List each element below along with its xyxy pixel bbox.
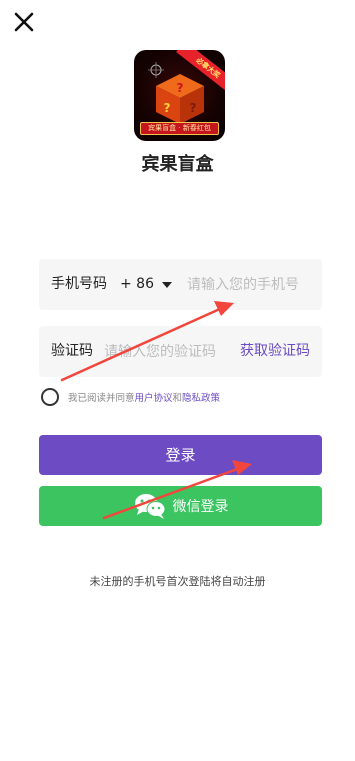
close-button[interactable] — [10, 8, 38, 36]
privacy-policy-link[interactable]: 隐私政策 — [182, 393, 220, 404]
logo-caption: 宾果盲盒 · 新春红包 — [140, 122, 219, 135]
svg-text:?: ? — [164, 101, 171, 115]
code-input[interactable] — [104, 326, 230, 377]
user-agreement-link[interactable]: 用户协议 — [135, 393, 173, 404]
svg-text:?: ? — [177, 81, 184, 95]
caret-down-icon — [162, 281, 172, 288]
close-icon — [14, 12, 34, 32]
wechat-icon — [134, 494, 165, 519]
agreement-conjunction: 和 — [172, 393, 183, 404]
get-code-button[interactable]: 获取验证码 — [240, 326, 310, 377]
app-logo: ? ? ? 必拿大奖 宾果盲盒 · 新春红包 — [134, 50, 225, 141]
code-field: 验证码 获取验证码 — [39, 326, 322, 377]
phone-label: 手机号码 — [51, 276, 107, 292]
code-label: 验证码 — [51, 343, 93, 359]
agreement-checkbox[interactable] — [41, 388, 59, 406]
agreement-row: 我已阅读并同意用户协议和隐私政策 — [41, 388, 220, 406]
wechat-login-label: 微信登录 — [172, 499, 229, 515]
svg-text:?: ? — [190, 101, 197, 115]
wechat-login-button[interactable]: 微信登录 — [39, 486, 322, 526]
agreement-text: 我已阅读并同意用户协议和隐私政策 — [68, 390, 220, 404]
agreement-prefix: 我已阅读并同意 — [68, 393, 135, 404]
phone-field: 手机号码 + 86 — [39, 259, 322, 310]
phone-input[interactable] — [187, 259, 322, 310]
country-code-value: + 86 — [120, 276, 154, 292]
country-code-selector[interactable]: + 86 — [120, 259, 172, 310]
footer-note: 未注册的手机号首次登陆将自动注册 — [89, 575, 266, 588]
app-name: 宾果盲盒 — [141, 154, 214, 175]
login-button[interactable]: 登录 — [39, 435, 322, 475]
